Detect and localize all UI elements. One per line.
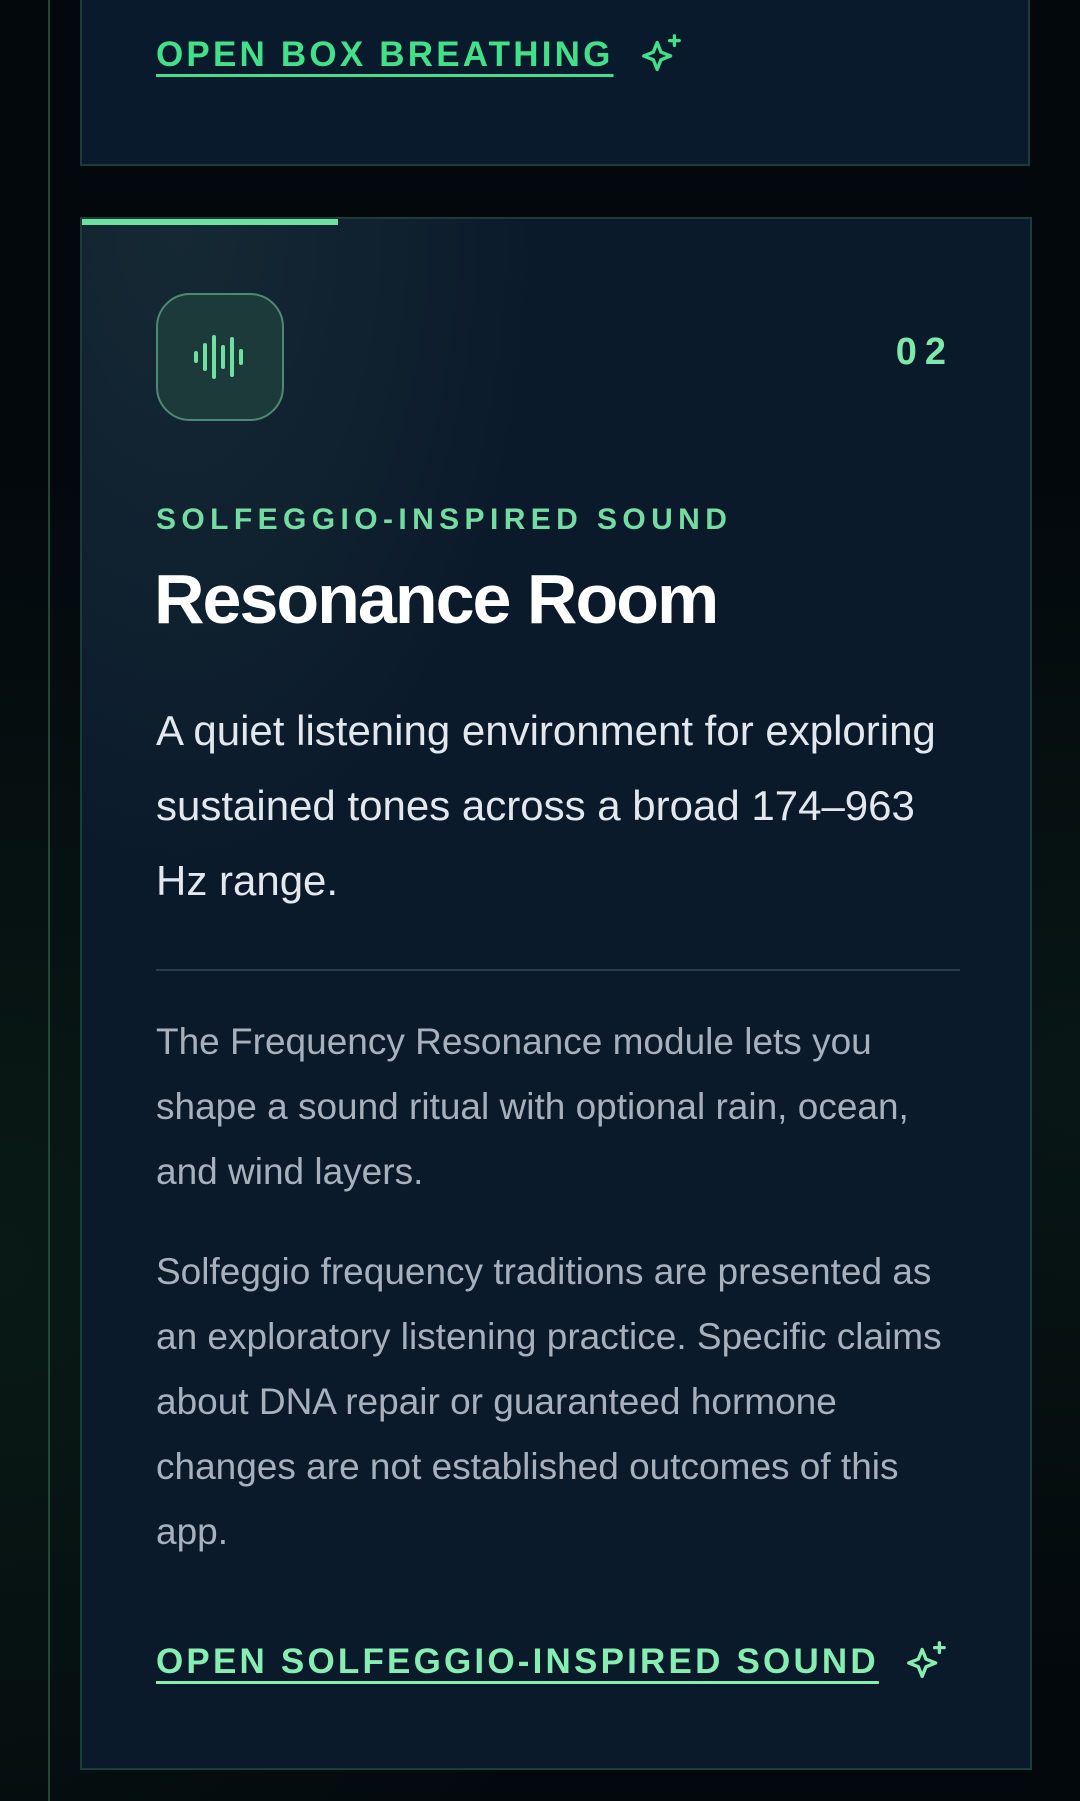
- sparkle-icon: [906, 1641, 946, 1679]
- page: OPEN BOX BREATHING 02 SOLFEGGIO-INSPIRED…: [0, 0, 1080, 1801]
- open-solfeggio-sound-label: OPEN SOLFEGGIO-INSPIRED SOUND: [156, 1642, 879, 1681]
- module-title: Resonance Room: [154, 560, 719, 638]
- module-description: The Frequency Resonance module lets you …: [156, 1021, 909, 1192]
- sound-wave-icon: [194, 335, 243, 379]
- module-icon-tile: [156, 293, 284, 421]
- previous-module-card: OPEN BOX BREATHING: [80, 0, 1030, 166]
- module-disclaimer: Solfeggio frequency traditions are prese…: [156, 1251, 942, 1552]
- open-box-breathing-link[interactable]: OPEN BOX BREATHING: [156, 32, 684, 78]
- card-progress-bar: [82, 219, 338, 225]
- timeline-rail: [48, 0, 50, 1801]
- open-solfeggio-sound-link[interactable]: OPEN SOLFEGGIO-INSPIRED SOUND: [156, 1639, 949, 1685]
- resonance-room-card: 02 SOLFEGGIO-INSPIRED SOUND Resonance Ro…: [80, 217, 1032, 1770]
- module-index: 02: [895, 331, 954, 373]
- divider: [156, 969, 960, 971]
- sparkle-icon: [641, 34, 681, 72]
- module-lead: A quiet listening environment for explor…: [156, 707, 936, 904]
- open-box-breathing-label: OPEN BOX BREATHING: [156, 35, 614, 74]
- module-category: SOLFEGGIO-INSPIRED SOUND: [156, 503, 733, 536]
